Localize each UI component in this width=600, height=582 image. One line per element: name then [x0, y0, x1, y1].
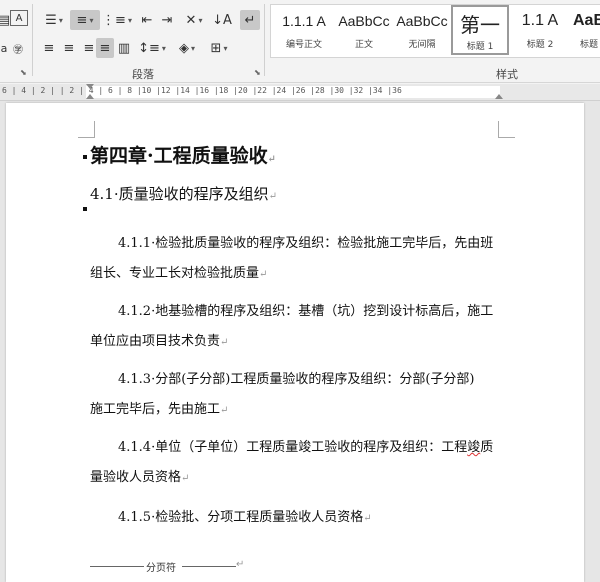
style-preview: 第一 [460, 12, 500, 37]
paragraph-line: 4.1.2·地基验槽的程序及组织：基槽（坑）挖到设计标高后，施工 [118, 304, 494, 319]
chapter-heading-text: 第四章·工程质量验收 [90, 145, 268, 167]
margin-corner-mark [498, 121, 515, 138]
paragraph-mark: ↵ [267, 154, 277, 165]
chinese-layout-icon[interactable]: ✕ ▾ [180, 10, 208, 30]
numbering-icon[interactable]: ≡ ▾ [70, 10, 100, 30]
style-tile[interactable]: AaB 标题 [569, 5, 600, 55]
paragraph-line: 4.1.3·分部(子分部)工程质量验收的程序及组织：分部(子分部) [118, 372, 475, 387]
paragraph-mark: ↵ [363, 513, 372, 524]
justify-icon[interactable]: ≡ [96, 38, 114, 58]
style-preview: AaBbCc [396, 13, 448, 29]
section-heading[interactable]: 4.1·质量验收的程序及组织↵ [90, 183, 277, 204]
body-paragraph[interactable]: 4.1.3·分部(子分部)工程质量验收的程序及组织：分部(子分部) 施工完毕后，… [90, 365, 510, 426]
document-page[interactable]: 第四章·工程质量验收↵ 4.1·质量验收的程序及组织↵ 4.1.1·检验批质量验… [6, 103, 584, 582]
style-name: 正文 [354, 40, 373, 50]
text-effects-icon[interactable]: ▤ [0, 10, 10, 30]
increase-indent-icon[interactable]: ⇥ [158, 10, 176, 30]
style-preview: 1.1.1 A [282, 13, 326, 29]
styles-group-label: 样式 [496, 68, 518, 81]
style-tile-selected[interactable]: 第一 标题 1 [451, 5, 509, 55]
paragraph-mark: ↵ [259, 269, 268, 280]
paragraph-line-text: 量验收人员资格 [90, 470, 182, 485]
paragraph-line-text: 质 [480, 440, 494, 455]
decrease-indent-icon[interactable]: ⇤ [138, 10, 156, 30]
paragraph-line: 组长、专业工长对检验批质量↵ [90, 259, 510, 290]
horizontal-ruler[interactable]: 6 | 4 | 2 | | 2 | 4 | 6 | 8 |10 |12 |14 … [0, 84, 600, 101]
left-indent-marker[interactable] [86, 94, 94, 99]
enclose-character-icon[interactable]: ㊫ [10, 38, 26, 58]
paragraph-mark: ↵ [220, 337, 229, 348]
paragraph-line-text: 4.1.5·检验批、分项工程质量验收人员资格 [118, 510, 364, 525]
paragraph-line: 4.1.5·检验批、分项工程质量验收人员资格↵ [90, 503, 510, 534]
paragraph-line-text: 4.1.4·单位（子单位）工程质量竣工验收的程序及组织：工程 [118, 440, 468, 455]
body-paragraph[interactable]: 4.1.5·检验批、分项工程质量验收人员资格↵ [90, 503, 510, 534]
paragraph-line: 施工完毕后，先由施工↵ [90, 395, 510, 426]
group-separator [264, 4, 265, 76]
page-break-line [182, 566, 236, 567]
paragraph-mark: ↵ [268, 191, 278, 202]
style-preview: 1.1 A [521, 12, 559, 29]
align-center-icon[interactable]: ≡ [60, 38, 78, 58]
style-name: 无间隔 [408, 40, 436, 50]
paragraph-dialog-launcher-icon[interactable]: ⬊ [254, 68, 261, 77]
align-left-icon[interactable]: ≡ [40, 38, 58, 58]
style-tile[interactable]: 1.1 A 标题 2 [511, 5, 569, 55]
paragraph-mark: ↵ [181, 473, 190, 484]
ribbon: ▤ A a ㊫ ☰ ▾ ≡ ▾ ⋮≡ ▾ ⇤ ⇥ ✕ ▾ ↓A ↵ ≡ ≡ ≡ ≡ ▥ … [0, 0, 600, 83]
style-name: 标题 2 [526, 40, 554, 50]
style-preview: AaBbCc [338, 13, 390, 29]
multilevel-list-icon[interactable]: ⋮≡ ▾ [102, 10, 132, 30]
style-name: 编号正文 [285, 40, 322, 50]
spelling-flagged-text[interactable]: 竣 [467, 440, 480, 455]
line-spacing-icon[interactable]: ↕≡ ▾ [138, 38, 166, 58]
style-name: 标题 [579, 40, 598, 50]
paragraph-line-text: 施工完毕后，先由施工 [90, 402, 221, 417]
sort-icon[interactable]: ↓A [212, 10, 232, 30]
paragraph-line: 量验收人员资格↵ [90, 463, 510, 494]
paragraph-line: 单位应由项目技术负责↵ [90, 327, 510, 358]
paragraph-line-text: 单位应由项目技术负责 [90, 334, 221, 349]
styles-gallery: 1.1.1 A 编号正文 AaBbCc 正文 AaBbCc 无间隔 第一 标题 … [270, 4, 600, 58]
body-paragraph[interactable]: 4.1.1·检验批质量验收的程序及组织：检验批施工完毕后，先由班 组长、专业工长… [90, 229, 510, 290]
heading-bullet [83, 207, 87, 211]
paragraph-line: 4.1.1·检验批质量验收的程序及组织：检验批施工完毕后，先由班 [118, 236, 494, 251]
style-tile[interactable]: AaBbCc 正文 [335, 5, 393, 55]
shading-icon[interactable]: ◈ ▾ [172, 38, 202, 58]
borders-icon[interactable]: ⊞ ▾ [204, 38, 234, 58]
style-tile[interactable]: AaBbCc 无间隔 [393, 5, 451, 55]
page-break-line [90, 566, 144, 567]
style-name: 标题 1 [466, 42, 494, 52]
heading-bullet [83, 155, 87, 159]
show-formatting-marks-icon[interactable]: ↵ [240, 10, 260, 30]
paragraph-group-label: 段落 [132, 68, 154, 81]
paragraph-line: 4.1.4·单位（子单位）工程质量竣工验收的程序及组织：工程竣质 [90, 433, 510, 463]
group-separator [32, 4, 33, 76]
paragraph-line-text: 组长、专业工长对检验批质量 [90, 266, 260, 281]
right-indent-marker[interactable] [495, 94, 503, 99]
character-border-icon[interactable]: A [10, 10, 28, 26]
font-dialog-launcher-icon[interactable]: ⬊ [20, 68, 27, 77]
margin-corner-mark [78, 121, 95, 138]
chapter-heading[interactable]: 第四章·工程质量验收↵ [90, 141, 276, 168]
section-heading-text: 4.1·质量验收的程序及组织 [90, 185, 269, 203]
body-paragraph[interactable]: 4.1.4·单位（子单位）工程质量竣工验收的程序及组织：工程竣质 量验收人员资格… [90, 433, 510, 494]
paragraph-mark: ↵ [220, 405, 229, 416]
style-tile[interactable]: 1.1.1 A 编号正文 [275, 5, 333, 55]
highlight-icon[interactable]: a [0, 38, 8, 58]
distributed-icon[interactable]: ▥ [116, 38, 132, 58]
paragraph-mark: ↵ [236, 559, 245, 570]
first-line-indent-marker[interactable] [86, 84, 94, 89]
style-preview: AaB [572, 12, 600, 29]
bullets-icon[interactable]: ☰ ▾ [40, 10, 68, 30]
body-paragraph[interactable]: 4.1.2·地基验槽的程序及组织：基槽（坑）挖到设计标高后，施工 单位应由项目技… [90, 297, 510, 358]
page-break-marker[interactable]: 分页符 ↵ [90, 559, 246, 574]
page-break-label: 分页符 [146, 563, 176, 574]
